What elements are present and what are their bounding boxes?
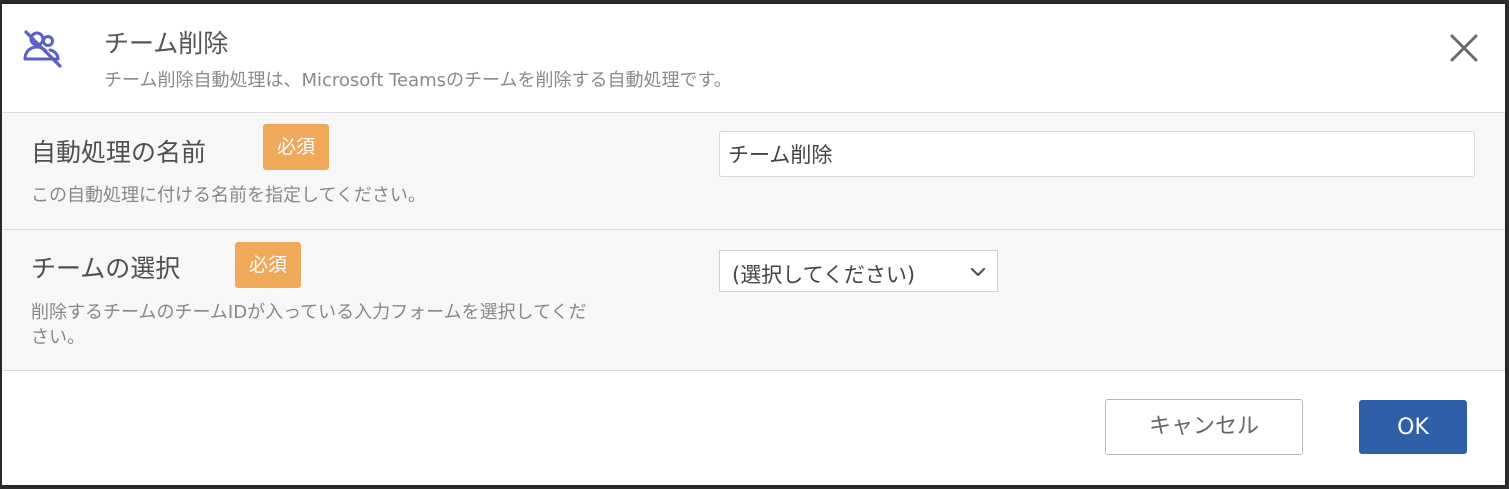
ok-button[interactable]: OK (1359, 400, 1467, 454)
chevron-down-icon (970, 267, 986, 277)
dialog-footer: キャンセル OK (2, 371, 1505, 485)
team-remove-icon (23, 30, 62, 68)
team-form-select[interactable]: (選択してください) (719, 250, 998, 292)
team-select-help-line2: さい。 (31, 327, 85, 348)
close-icon[interactable] (1442, 26, 1486, 70)
field-row-name: 自動処理の名前 必須 この自動処理に付ける名前を指定してください。 (2, 113, 1505, 230)
automation-name-input[interactable] (719, 131, 1475, 177)
delete-team-dialog: チーム削除 チーム削除自動処理は、Microsoft Teamsのチームを削除す… (2, 4, 1505, 485)
team-select-help-line1: 削除するチームのチームIDが入っている入力フォームを選択してくだ (31, 302, 587, 323)
dialog-subtitle: チーム削除自動処理は、Microsoft Teamsのチームを削除する自動処理で… (104, 70, 732, 91)
field-row-team-select: チームの選択 必須 削除するチームのチームIDが入っている入力フォームを選択して… (2, 230, 1505, 371)
name-field-help: この自動処理に付ける名前を指定してください。 (31, 185, 426, 206)
name-field-label: 自動処理の名前 (31, 138, 207, 167)
cancel-button[interactable]: キャンセル (1105, 399, 1303, 455)
dialog-header: チーム削除 チーム削除自動処理は、Microsoft Teamsのチームを削除す… (2, 4, 1505, 113)
required-badge: 必須 (263, 124, 329, 170)
team-select-label: チームの選択 (31, 254, 181, 283)
select-value: (選択してください) (732, 263, 916, 287)
dialog-title: チーム削除 (104, 29, 229, 58)
required-badge: 必須 (235, 242, 301, 288)
team-select-help: 削除するチームのチームIDが入っている入力フォームを選択してくだ さい。 (31, 300, 587, 350)
